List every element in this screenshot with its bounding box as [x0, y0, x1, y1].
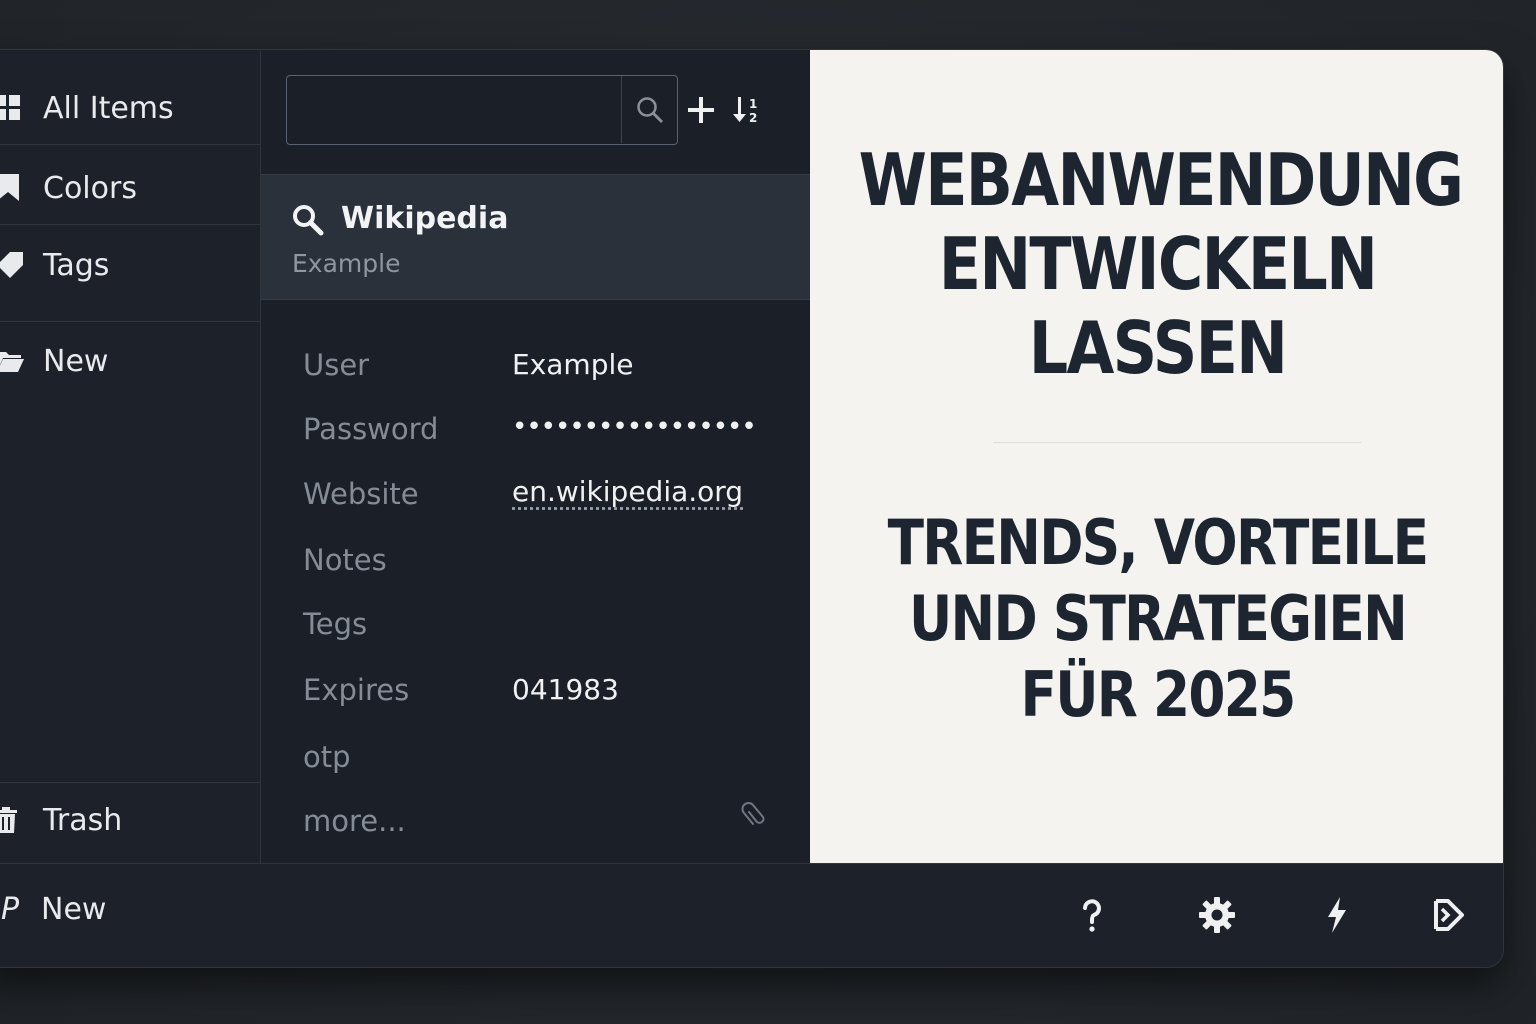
website-link[interactable]: en.wikipedia.org — [512, 475, 743, 508]
entry-subtitle: Example — [292, 249, 401, 278]
field-value-user[interactable]: Example — [512, 348, 633, 381]
preview-title: WEBANWENDUNG ENTWICKELN LASSEN — [858, 138, 1464, 390]
field-label-expires: Expires — [303, 673, 410, 707]
bookmark-icon — [0, 173, 25, 203]
sidebar-item-colors[interactable]: Colors — [0, 148, 261, 228]
field-label-notes: Notes — [303, 543, 387, 577]
divider — [0, 144, 261, 145]
sidebar-item-label: New — [43, 343, 109, 379]
sidebar: All Items Colors Tags New Trash — [0, 50, 261, 882]
item-panel: 12 Wikipedia Example User Example Passwo… — [261, 50, 810, 863]
grid-icon — [0, 93, 25, 123]
search-box — [286, 75, 678, 145]
help-button[interactable] — [1069, 892, 1115, 938]
preview-subtitle: TRENDS, VORTEILE UND STRATEGIEN FÜR 2025 — [859, 505, 1457, 733]
search-button[interactable] — [621, 76, 677, 143]
generator-button[interactable] — [1314, 892, 1360, 938]
settings-button[interactable] — [1194, 892, 1240, 938]
entry-title: Wikipedia — [341, 201, 509, 236]
sidebar-item-label: Tags — [43, 247, 110, 283]
lightning-icon — [1328, 897, 1346, 933]
sort-button[interactable]: 12 — [727, 90, 767, 130]
search-icon — [293, 205, 324, 236]
new-prefix: P — [1, 892, 20, 927]
preview-subtitle-line: FÜR 2025 — [1020, 658, 1297, 731]
sidebar-item-all-items[interactable]: All Items — [0, 68, 261, 148]
preview-title-line: LASSEN — [1028, 306, 1288, 390]
preview-title-line: ENTWICKELN — [938, 222, 1378, 306]
preview-subtitle-line: TRENDS, VORTEILE — [887, 506, 1430, 579]
lock-app-button[interactable] — [1426, 892, 1472, 938]
folder-icon — [0, 346, 25, 376]
preview-title-line: WEBANWENDUNG — [858, 138, 1464, 222]
attachment-icon[interactable] — [741, 802, 769, 830]
search-icon — [636, 96, 663, 123]
preview-pane: WEBANWENDUNG ENTWICKELN LASSEN TRENDS, V… — [810, 50, 1503, 863]
field-label-otp: otp — [303, 740, 351, 774]
bottom-bar: P New — [0, 863, 1503, 967]
sidebar-item-label: All Items — [43, 90, 174, 126]
desktop-background: All Items Colors Tags New Trash 1 2 Wiki… — [0, 0, 1536, 1024]
preview-divider — [993, 442, 1361, 443]
app-window: All Items Colors Tags New Trash 1 2 Wiki… — [0, 49, 1504, 968]
sidebar-item-tags[interactable]: Tags — [0, 225, 261, 305]
add-item-button[interactable] — [681, 90, 721, 130]
field-label-user: User — [303, 348, 370, 382]
sort-icon: 12 — [733, 97, 757, 125]
question-icon — [1083, 899, 1101, 932]
sidebar-item-label: Colors — [43, 170, 137, 206]
sign-out-icon — [1434, 899, 1464, 931]
more-fields-link[interactable]: more... — [303, 804, 406, 838]
sidebar-item-new-folder[interactable]: New — [0, 321, 261, 401]
search-input[interactable] — [287, 76, 622, 143]
sidebar-item-label: Trash — [43, 802, 123, 838]
svg-text:2: 2 — [749, 111, 757, 125]
plus-icon — [688, 97, 714, 123]
field-label-tags: Tegs — [303, 607, 368, 641]
preview-subtitle-line: UND STRATEGIEN — [908, 582, 1408, 655]
field-label-website: Website — [303, 477, 419, 511]
list-item-selected[interactable]: Wikipedia Example — [261, 174, 810, 300]
tag-icon — [0, 250, 25, 280]
field-value-expires[interactable]: 041983 — [512, 673, 619, 706]
new-entry-button[interactable]: New — [41, 892, 106, 927]
svg-text:1: 1 — [749, 97, 757, 111]
field-label-password: Password — [303, 412, 439, 446]
field-value-password[interactable]: ••••••••••••••••• — [512, 412, 757, 442]
gear-icon — [1199, 897, 1235, 933]
sidebar-item-trash[interactable]: Trash — [0, 780, 261, 860]
trash-icon — [0, 805, 25, 835]
